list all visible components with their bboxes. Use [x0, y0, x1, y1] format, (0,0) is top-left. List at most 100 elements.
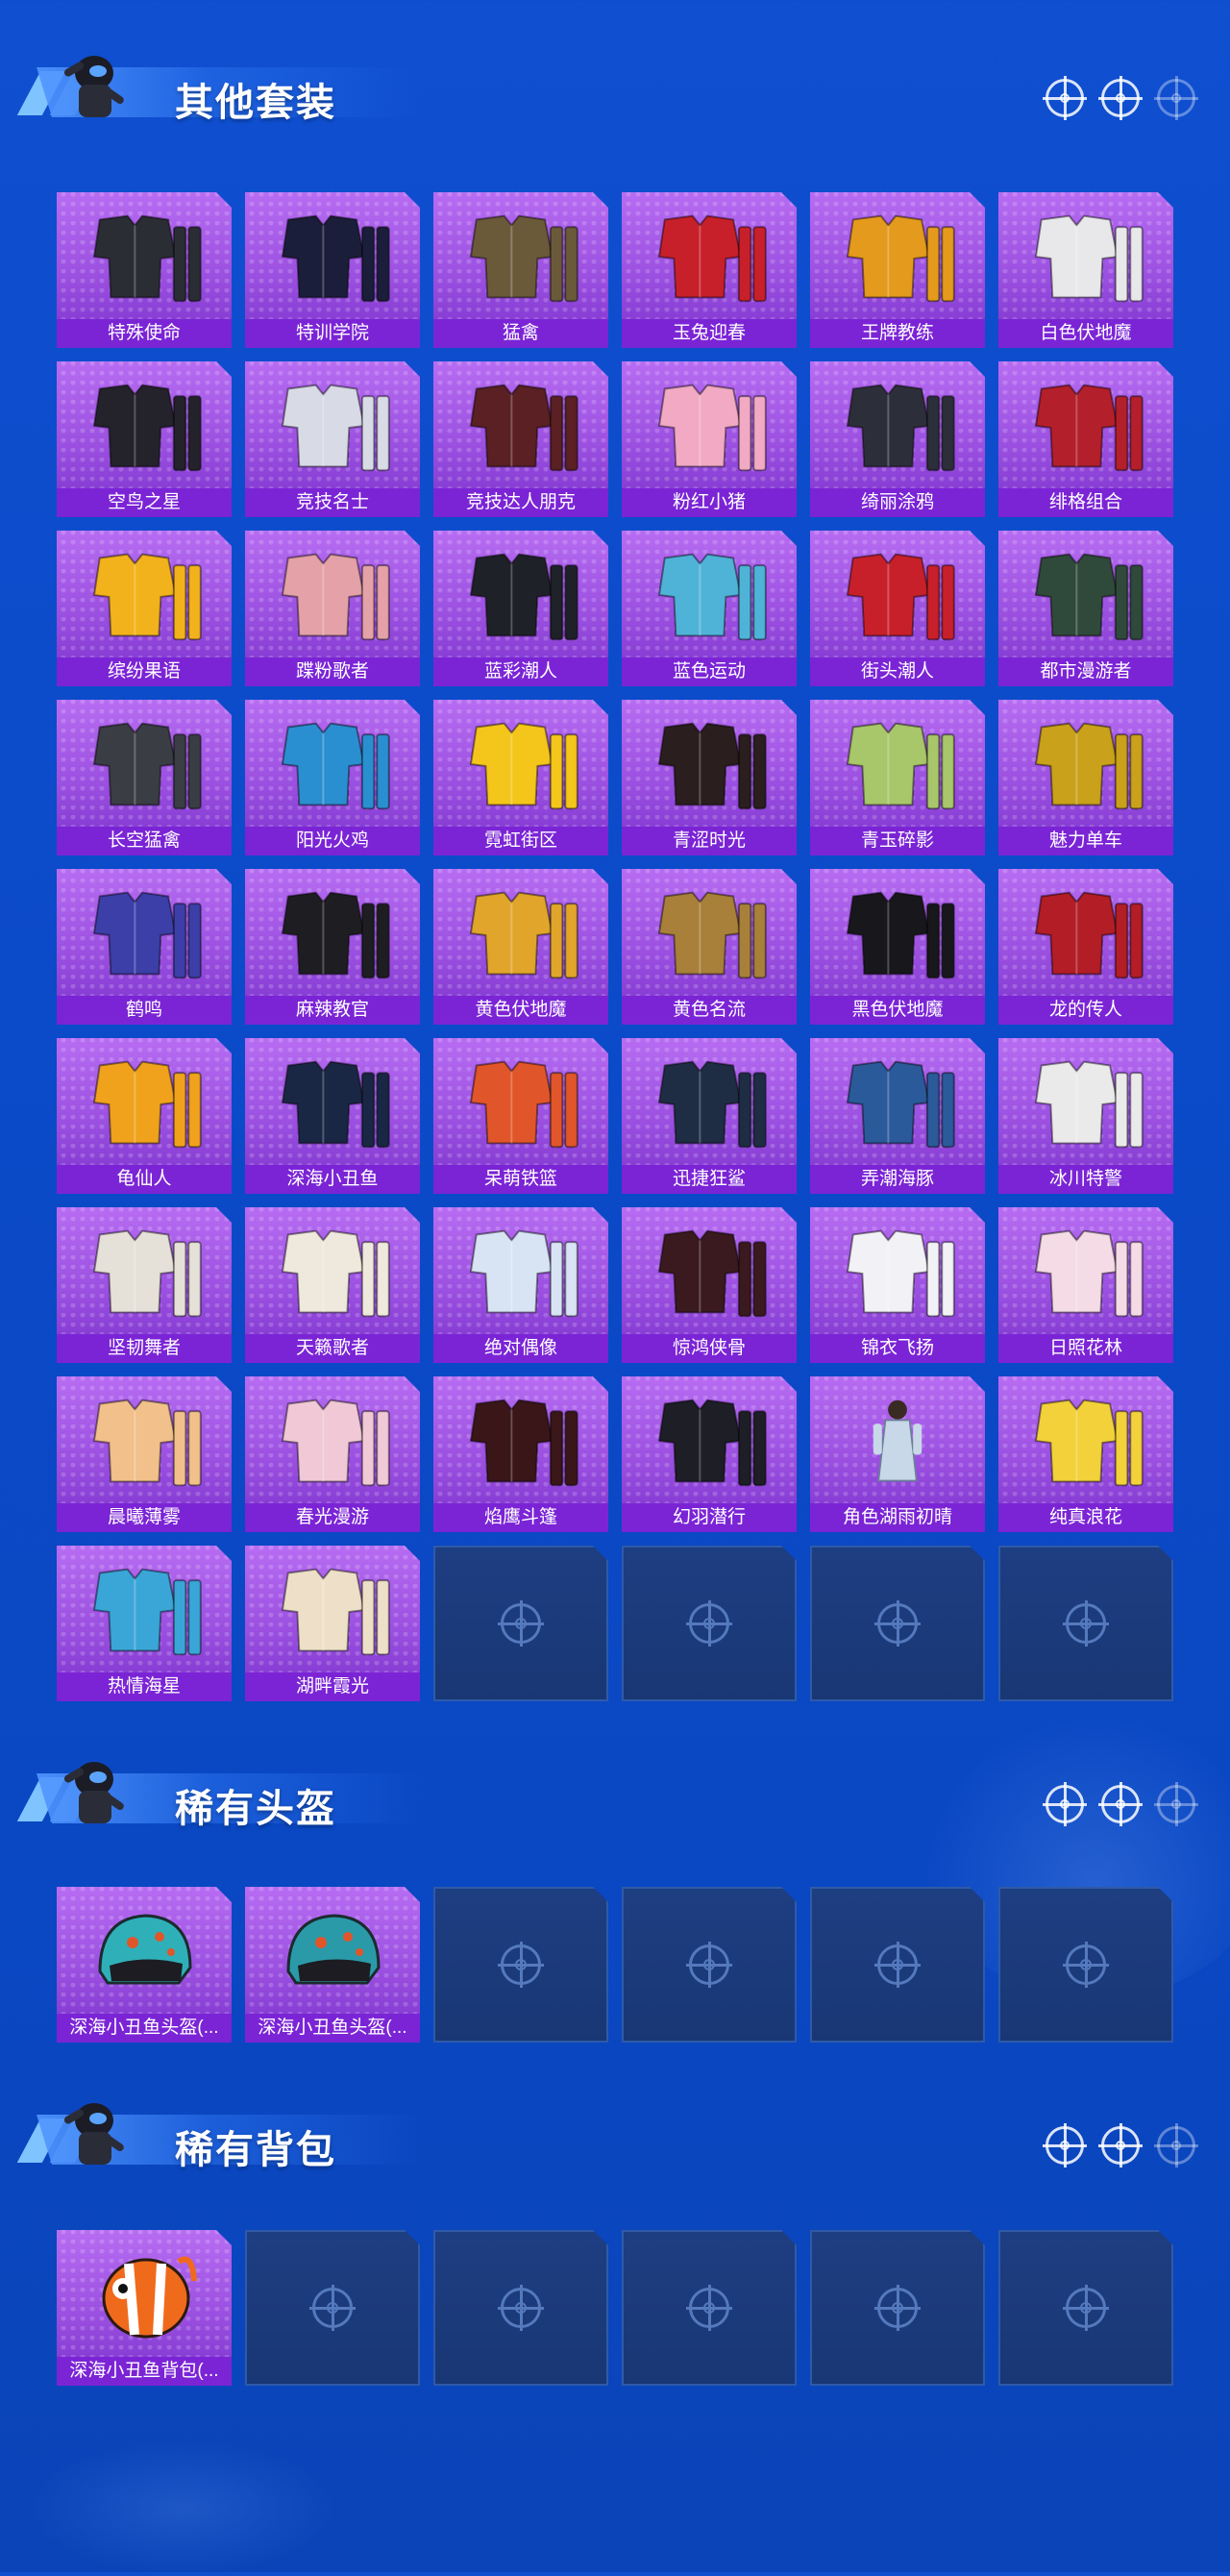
item-card[interactable]: 龙的传人 [998, 869, 1173, 1025]
crosshair-icon [1154, 1782, 1198, 1826]
item-label: 粉红小猪 [622, 488, 797, 517]
item-card[interactable]: 深海小丑鱼 [245, 1038, 420, 1194]
item-card[interactable]: 特殊使命 [57, 192, 232, 348]
item-card[interactable]: 蓝彩潮人 [433, 531, 608, 686]
item-label: 缤纷果语 [57, 657, 232, 686]
outfit-icon [635, 538, 783, 654]
item-card[interactable]: 长空猛禽 [57, 700, 232, 855]
helmet-icon [70, 1895, 218, 2010]
item-card[interactable]: 竞技达人朋克 [433, 361, 608, 517]
item-label: 麻辣教官 [245, 996, 420, 1025]
item-label: 蓝彩潮人 [433, 657, 608, 686]
item-label: 绮丽涂鸦 [810, 488, 985, 517]
outfit-icon [447, 538, 595, 654]
section-header: 稀有背包 [16, 2086, 432, 2182]
item-card[interactable]: 空鸟之星 [57, 361, 232, 517]
item-label: 蓝色运动 [622, 657, 797, 686]
item-card[interactable]: 麻辣教官 [245, 869, 420, 1025]
item-card[interactable]: 阳光火鸡 [245, 700, 420, 855]
item-card[interactable]: 绯格组合 [998, 361, 1173, 517]
outfit-icon [1012, 1215, 1160, 1330]
item-card[interactable]: 黄色名流 [622, 869, 797, 1025]
item-label: 龙的传人 [998, 996, 1173, 1025]
item-card[interactable]: 绝对偶像 [433, 1207, 608, 1363]
item-card[interactable]: 迅捷狂鲨 [622, 1038, 797, 1194]
item-card[interactable]: 冰川特警 [998, 1038, 1173, 1194]
item-card[interactable]: 幻羽潜行 [622, 1376, 797, 1532]
outfit-icon [258, 200, 406, 315]
item-card[interactable]: 白色伏地魔 [998, 192, 1173, 348]
item-card[interactable]: 黄色伏地魔 [433, 869, 608, 1025]
item-card[interactable]: 春光漫游 [245, 1376, 420, 1532]
item-label: 玉兔迎春 [622, 319, 797, 348]
item-card[interactable]: 王牌教练 [810, 192, 985, 348]
item-card[interactable]: 青玉碎影 [810, 700, 985, 855]
item-card[interactable]: 特训学院 [245, 192, 420, 348]
item-card[interactable]: 惊鸿侠骨 [622, 1207, 797, 1363]
item-card[interactable]: 深海小丑鱼背包(... [57, 2230, 232, 2386]
item-card[interactable]: 都市漫游者 [998, 531, 1173, 686]
outfit-icon [70, 369, 218, 484]
outfit-icon [447, 707, 595, 823]
item-card[interactable]: 深海小丑鱼头盔(... [245, 1887, 420, 2043]
crosshair-icon [1066, 1944, 1106, 1985]
item-card[interactable]: 锦衣飞扬 [810, 1207, 985, 1363]
item-card[interactable]: 青涩时光 [622, 700, 797, 855]
item-card[interactable]: 纯真浪花 [998, 1376, 1173, 1532]
item-label: 青涩时光 [622, 827, 797, 855]
crosshair-icon [1043, 76, 1087, 120]
item-card[interactable]: 玉兔迎春 [622, 192, 797, 348]
item-card[interactable]: 绮丽涂鸦 [810, 361, 985, 517]
outfit-icon [824, 538, 972, 654]
outfit-icon [258, 1215, 406, 1330]
item-card[interactable]: 焰鹰斗篷 [433, 1376, 608, 1532]
item-card[interactable]: 日照花林 [998, 1207, 1173, 1363]
item-label: 深海小丑鱼 [245, 1165, 420, 1194]
item-card[interactable]: 坚韧舞者 [57, 1207, 232, 1363]
item-card[interactable]: 粉红小猪 [622, 361, 797, 517]
outfit-icon [824, 877, 972, 992]
outfit-icon [635, 877, 783, 992]
item-card[interactable]: 竞技名士 [245, 361, 420, 517]
item-card[interactable]: 呆萌铁篮 [433, 1038, 608, 1194]
outfit-icon [1012, 1046, 1160, 1161]
empty-slot [433, 1887, 608, 2043]
item-card[interactable]: 蹀粉歌者 [245, 531, 420, 686]
outfit-icon [70, 1215, 218, 1330]
item-card[interactable]: 蓝色运动 [622, 531, 797, 686]
item-label: 深海小丑鱼背包(... [57, 2357, 232, 2386]
empty-slot [810, 1887, 985, 2043]
outfit-icon [1012, 877, 1160, 992]
item-card[interactable]: 鹤鸣 [57, 869, 232, 1025]
item-card[interactable]: 缤纷果语 [57, 531, 232, 686]
item-label: 角色湖雨初晴 [810, 1503, 985, 1532]
item-card[interactable]: 霓虹街区 [433, 700, 608, 855]
item-label: 深海小丑鱼头盔(... [57, 2014, 232, 2043]
item-label: 猛禽 [433, 319, 608, 348]
item-card[interactable]: 角色湖雨初晴 [810, 1376, 985, 1532]
item-card[interactable]: 猛禽 [433, 192, 608, 348]
outfit-icon [1012, 538, 1160, 654]
empty-slot [622, 1887, 797, 2043]
item-card[interactable]: 热情海星 [57, 1546, 232, 1701]
item-card[interactable]: 黑色伏地魔 [810, 869, 985, 1025]
outfit-icon [70, 1553, 218, 1669]
item-card[interactable]: 晨曦薄雾 [57, 1376, 232, 1532]
outfit-icon [447, 1046, 595, 1161]
item-label: 白色伏地魔 [998, 319, 1173, 348]
item-card[interactable]: 天籁歌者 [245, 1207, 420, 1363]
item-card[interactable]: 深海小丑鱼头盔(... [57, 1887, 232, 2043]
outfit-icon [635, 707, 783, 823]
item-card[interactable]: 龟仙人 [57, 1038, 232, 1194]
item-label: 惊鸿侠骨 [622, 1334, 797, 1363]
outfit-icon [1012, 200, 1160, 315]
item-label: 坚韧舞者 [57, 1334, 232, 1363]
item-card[interactable]: 街头潮人 [810, 531, 985, 686]
item-label: 热情海星 [57, 1672, 232, 1701]
item-card[interactable]: 魅力单车 [998, 700, 1173, 855]
item-label: 特殊使命 [57, 319, 232, 348]
item-card[interactable]: 湖畔霞光 [245, 1546, 420, 1701]
outfit-icon [824, 707, 972, 823]
item-card[interactable]: 弄潮海豚 [810, 1038, 985, 1194]
item-label: 黄色伏地魔 [433, 996, 608, 1025]
